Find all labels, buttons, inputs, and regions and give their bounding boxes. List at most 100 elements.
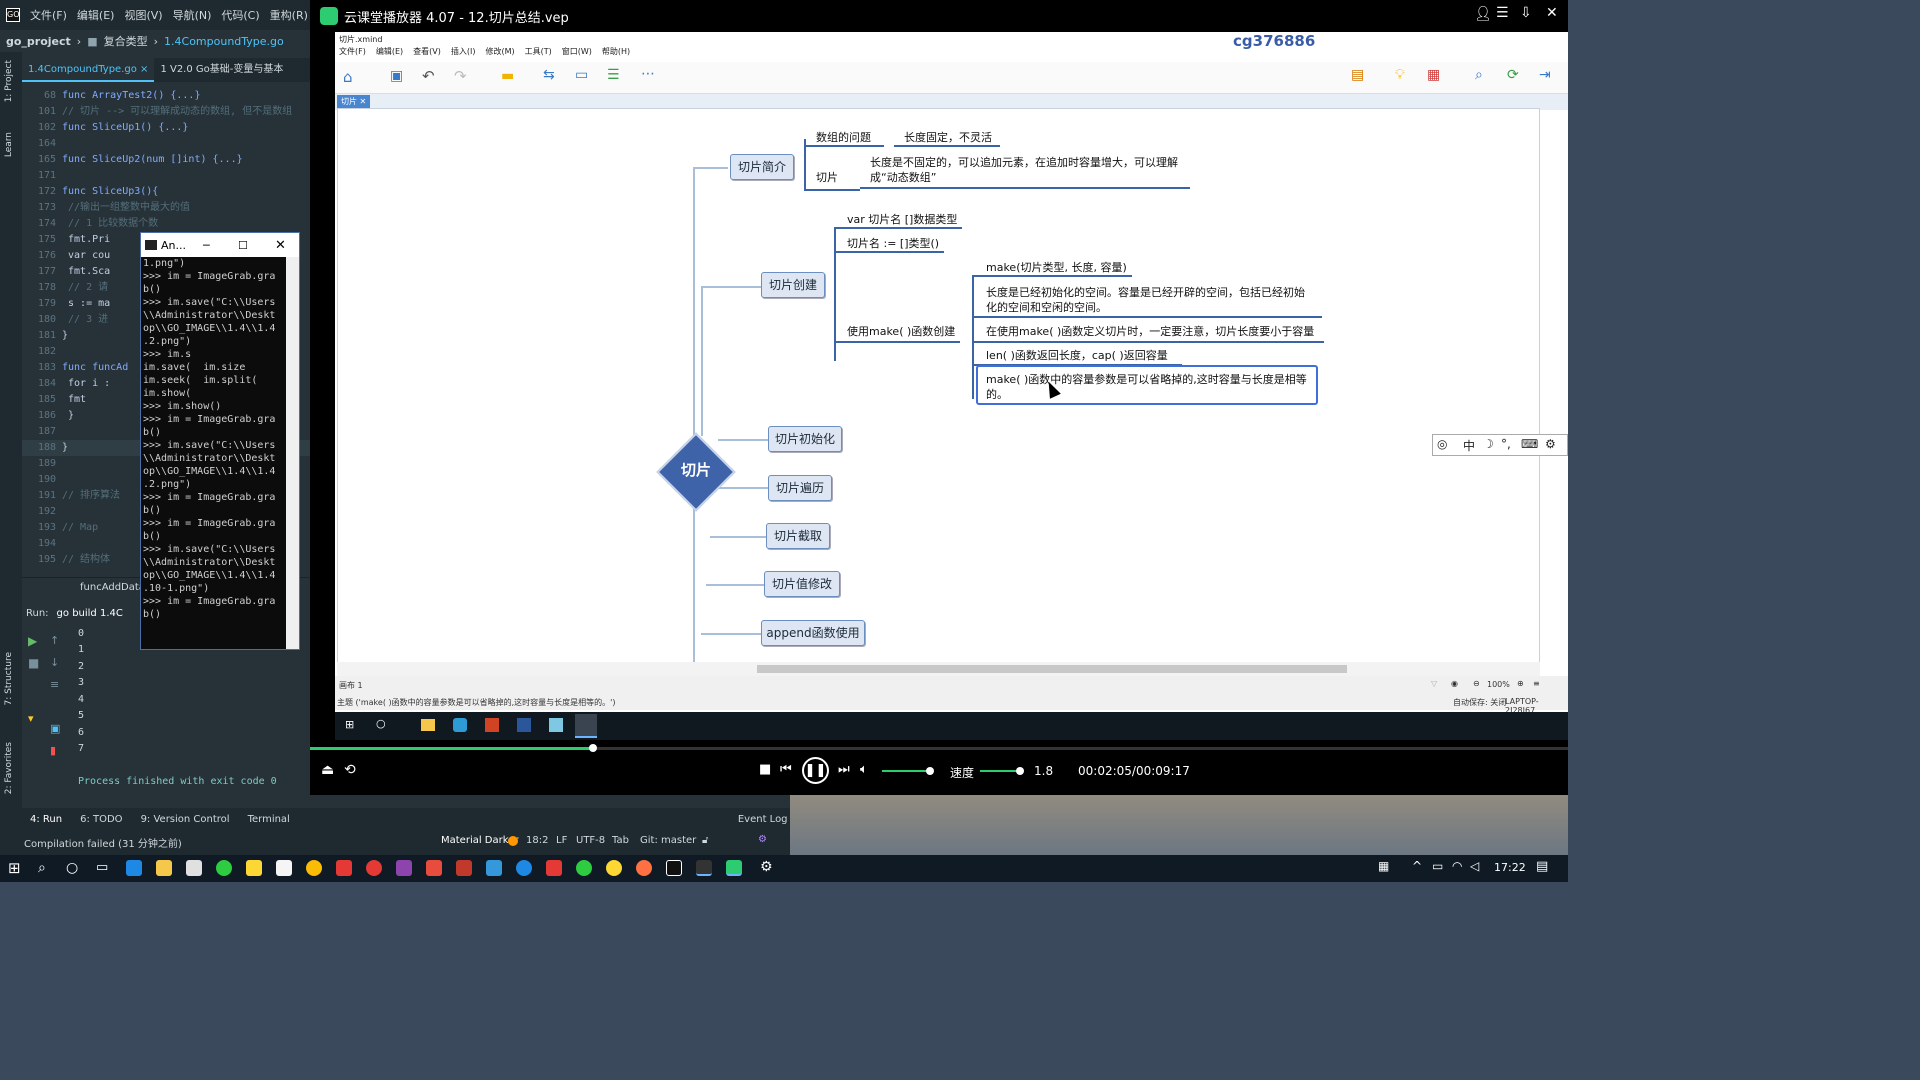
moon-icon[interactable]: ☽ bbox=[1483, 437, 1494, 451]
code-line[interactable]: 102 func SliceUp1() {...} bbox=[22, 120, 310, 136]
menu-navigate[interactable]: 导航(N) bbox=[173, 7, 212, 23]
tray-expand-icon[interactable]: ^ bbox=[1412, 859, 1422, 873]
breadcrumb-project[interactable]: go_project bbox=[6, 35, 71, 48]
firefox-icon[interactable] bbox=[636, 860, 652, 876]
topic-slice-init[interactable]: 切片初始化 bbox=[768, 426, 842, 452]
volume-handle[interactable] bbox=[926, 767, 934, 775]
seek-bar[interactable] bbox=[310, 744, 1568, 752]
xm-menu-modify[interactable]: 修改(M) bbox=[485, 46, 514, 62]
topic-slice-modify[interactable]: 切片值修改 bbox=[764, 571, 840, 597]
subtopic-short-declare[interactable]: 切片名 := []类型() bbox=[847, 235, 939, 251]
layout-icon[interactable]: ▦ bbox=[1427, 67, 1440, 83]
battery-icon[interactable]: ▭ bbox=[1432, 859, 1443, 873]
lock-icon[interactable]: 🔓︎ bbox=[702, 835, 708, 846]
terminal-icon[interactable] bbox=[696, 860, 712, 876]
scrollbar-thumb[interactable] bbox=[757, 665, 1347, 673]
notification-icon[interactable]: ▤ bbox=[1536, 859, 1548, 874]
summary-icon[interactable]: ☰ bbox=[607, 67, 620, 83]
topic-slice-create[interactable]: 切片创建 bbox=[761, 272, 825, 298]
download-icon[interactable]: ⇩ bbox=[1520, 5, 1532, 21]
subtopic-slice[interactable]: 切片 bbox=[816, 169, 838, 185]
undo-icon[interactable]: ↶ bbox=[422, 67, 435, 85]
tray-input-icon[interactable]: ▦ bbox=[1378, 859, 1389, 873]
mindmap-canvas[interactable]: 切片 切片简介 数组的问题 长度固定，不灵活 切片 长度是不固定的，可以追加元素… bbox=[337, 108, 1568, 687]
relationship-icon[interactable]: ⇆ bbox=[543, 67, 555, 83]
video-frame[interactable]: 切片.xmind cg376886 文件(F) 编辑(E) 查看(V) 插入(I… bbox=[335, 32, 1568, 715]
keyboard-icon[interactable]: ⌨ bbox=[1521, 437, 1538, 451]
mail-icon[interactable] bbox=[186, 860, 202, 876]
structure-tool-button[interactable]: 7: Structure bbox=[4, 652, 14, 706]
xm-menu-file[interactable]: 文件(F) bbox=[339, 46, 366, 62]
eject-icon[interactable]: ⏏ bbox=[321, 762, 334, 778]
subtopic-len-cap-1[interactable]: 长度是已经初始化的空间。容量是已经开辟的空间，包括已经初始 bbox=[986, 284, 1305, 300]
zoom-in-icon[interactable]: ⊕ bbox=[1517, 679, 1524, 688]
app-icon[interactable] bbox=[606, 860, 622, 876]
subtopic-slice-detail-2[interactable]: 成“动态数组” bbox=[870, 169, 936, 185]
app-icon[interactable] bbox=[486, 860, 502, 876]
scroll-up-icon[interactable]: ↑ bbox=[50, 634, 59, 647]
presentation-icon[interactable]: ▤ bbox=[1351, 67, 1364, 83]
stop-icon[interactable]: ■ bbox=[759, 762, 771, 777]
app-icon[interactable] bbox=[456, 860, 472, 876]
minimize-button[interactable]: ─ bbox=[203, 239, 210, 252]
idea-icon[interactable]: 💡︎ bbox=[1395, 67, 1405, 83]
soft-wrap-icon[interactable]: ≡ bbox=[50, 678, 59, 691]
eye-icon[interactable]: ◉ bbox=[1451, 679, 1458, 688]
maximize-button[interactable]: ☐ bbox=[238, 239, 248, 252]
topic-slice-iterate[interactable]: 切片遍历 bbox=[768, 475, 832, 501]
code-line[interactable]: 165 func SliceUp2(num []int) {...} bbox=[22, 152, 310, 168]
xm-menu-window[interactable]: 窗口(W) bbox=[562, 46, 592, 62]
topic-slice-intro[interactable]: 切片简介 bbox=[730, 154, 794, 180]
next-icon[interactable]: ⏭ bbox=[838, 762, 850, 777]
subtopic-array-detail[interactable]: 长度固定，不灵活 bbox=[904, 129, 992, 145]
print-icon[interactable]: ▣ bbox=[50, 722, 60, 735]
app-icon[interactable] bbox=[366, 860, 382, 876]
fit-icon[interactable]: ≡ bbox=[1533, 679, 1540, 688]
filter-icon[interactable]: ▽ bbox=[1431, 679, 1437, 688]
seek-bar-handle[interactable] bbox=[589, 744, 598, 752]
gear-icon[interactable]: ⚙ bbox=[758, 834, 767, 845]
pause-icon[interactable]: ❚❚ bbox=[802, 757, 829, 784]
canvas-h-scrollbar[interactable] bbox=[337, 662, 1540, 676]
more-icon[interactable]: ⋯ bbox=[641, 66, 655, 82]
export-icon[interactable]: ⇥ bbox=[1539, 67, 1551, 83]
terminal-tool-button[interactable]: Terminal bbox=[248, 814, 290, 825]
previous-icon[interactable]: ⏮ bbox=[780, 762, 792, 777]
volume-slider[interactable] bbox=[882, 767, 934, 775]
breadcrumb-file[interactable]: 1.4CompoundType.go bbox=[164, 35, 284, 48]
xm-menu-help[interactable]: 帮助(H) bbox=[602, 46, 630, 62]
close-icon[interactable]: × bbox=[140, 64, 148, 75]
volume-icon[interactable]: 🔈︎ bbox=[860, 762, 868, 777]
menu-code[interactable]: 代码(C) bbox=[221, 7, 259, 23]
favorites-tool-button[interactable]: 2: Favorites bbox=[4, 742, 14, 794]
app-icon[interactable] bbox=[276, 860, 292, 876]
run-tool-button[interactable]: 4: Run bbox=[30, 814, 62, 825]
speed-handle[interactable] bbox=[1016, 767, 1024, 775]
subtopic-len-cap-functions[interactable]: len( )函数返回长度，cap( )返回容量 bbox=[986, 347, 1168, 363]
subtopic-array-problem[interactable]: 数组的问题 bbox=[816, 129, 871, 145]
xm-menu-tools[interactable]: 工具(T) bbox=[525, 46, 552, 62]
version-control-tool-button[interactable]: 9: Version Control bbox=[141, 814, 230, 825]
app-icon[interactable] bbox=[426, 860, 442, 876]
code-line[interactable]: 174 // 1 比较数据个数 bbox=[22, 216, 310, 232]
subtopic-make-create[interactable]: 使用make( )函数创建 bbox=[847, 323, 955, 339]
sheet-tab[interactable]: 画布 1 bbox=[339, 680, 363, 691]
subtopic-slice-detail-1[interactable]: 长度是不固定的，可以追加元素，在追加时容量增大，可以理解 bbox=[870, 154, 1178, 170]
player-icon[interactable] bbox=[726, 860, 742, 876]
close-button[interactable]: ✕ bbox=[275, 238, 286, 253]
topic-slice-cut[interactable]: 切片截取 bbox=[766, 523, 830, 549]
redo-icon[interactable]: ↷ bbox=[454, 67, 467, 85]
stop-icon[interactable]: ■ bbox=[28, 656, 39, 670]
wechat-icon[interactable] bbox=[576, 860, 592, 876]
search-icon[interactable]: ⌕ bbox=[38, 860, 46, 876]
theme-name[interactable]: Material Darker bbox=[441, 835, 518, 846]
xm-menu-insert[interactable]: 插入(I) bbox=[451, 46, 476, 62]
console-scrollbar[interactable] bbox=[286, 257, 299, 649]
share-icon[interactable]: ⟳ bbox=[1507, 67, 1519, 83]
ime-toolbar[interactable]: ◎ 中 ☽ °, ⌨ ⚙ bbox=[1432, 434, 1568, 456]
code-line[interactable]: 164 bbox=[22, 136, 310, 152]
notes-icon[interactable] bbox=[246, 860, 262, 876]
editor-tab[interactable]: 1 V2.0 Go基础-变量与基本 bbox=[154, 58, 289, 82]
indent-setting[interactable]: Tab bbox=[612, 835, 629, 846]
topic-append[interactable]: append函数使用 bbox=[761, 620, 865, 646]
